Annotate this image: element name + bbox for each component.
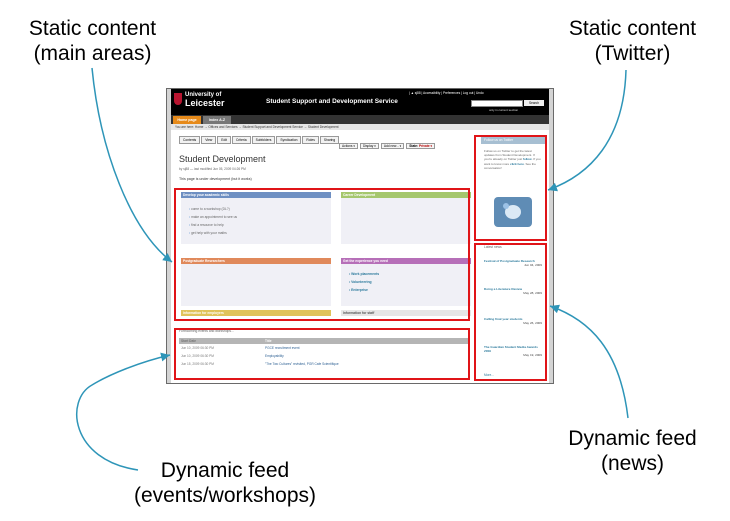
arrow-twitter <box>547 69 627 192</box>
arrow-main-areas <box>91 67 173 263</box>
callout-arrows <box>76 67 629 471</box>
arrow-events <box>76 352 171 471</box>
arrow-news <box>549 304 629 419</box>
